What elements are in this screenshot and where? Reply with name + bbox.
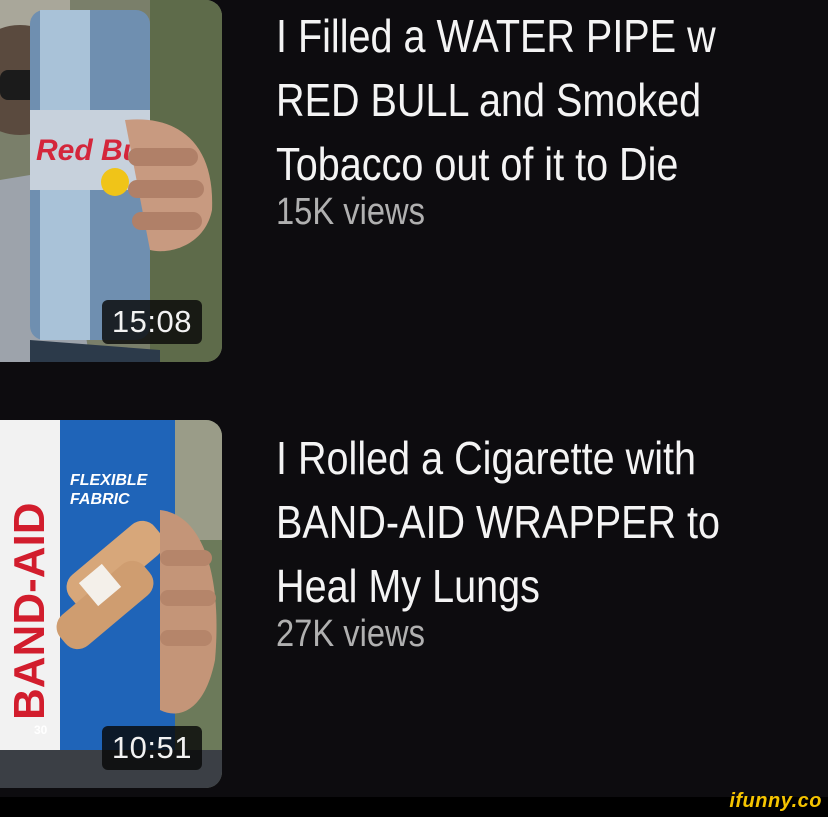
video-views-2: 27K views	[276, 613, 425, 655]
video-title-2-line-3: Heal My Lungs	[276, 560, 540, 612]
video-title-1-line-1: I Filled a WATER PIPE w	[276, 10, 716, 62]
thumbnail-text-red-bull: Red Bu	[36, 134, 141, 167]
thumbnail-text-fabric: FABRIC	[70, 491, 130, 508]
video-title-1[interactable]: I Filled a WATER PIPE w RED BULL and Smo…	[276, 4, 828, 196]
watermark-bar	[0, 797, 828, 817]
thumbnail-text-band-aid: BAND-AID	[5, 502, 54, 720]
video-views-1: 15K views	[276, 191, 425, 233]
video-title-2-line-1: I Rolled a Cigarette with	[276, 432, 696, 484]
thumbnail-text-count: 30	[34, 723, 48, 737]
video-thumbnail-2[interactable]: BAND-AID FLEXIBLE FABRIC 30 10:51	[0, 420, 222, 788]
video-title-2[interactable]: I Rolled a Cigarette with BAND-AID WRAPP…	[276, 426, 828, 618]
thumbnail-text-flexible: FLEXIBLE	[70, 472, 149, 489]
video-thumbnail-1[interactable]: Red Bu 15:08	[0, 0, 222, 362]
video-feed: Red Bu 15:08 I Filled a WATER PIPE w RED…	[0, 0, 828, 797]
video-title-1-line-3: Tobacco out of it to Die	[276, 138, 679, 190]
video-title-2-line-2: BAND-AID WRAPPER to	[276, 496, 721, 548]
video-title-1-line-2: RED BULL and Smoked	[276, 74, 702, 126]
video-item-1[interactable]: Red Bu 15:08 I Filled a WATER PIPE w RED…	[0, 0, 828, 380]
video-meta-1[interactable]: I Filled a WATER PIPE w RED BULL and Smo…	[276, 4, 828, 234]
video-item-2[interactable]: BAND-AID FLEXIBLE FABRIC 30 10:51 I Roll…	[0, 420, 828, 790]
video-meta-2[interactable]: I Rolled a Cigarette with BAND-AID WRAPP…	[276, 426, 828, 656]
video-duration-2: 10:51	[101, 726, 202, 770]
ifunny-watermark: ifunny.co	[729, 790, 822, 812]
video-duration-1: 15:08	[101, 300, 202, 344]
